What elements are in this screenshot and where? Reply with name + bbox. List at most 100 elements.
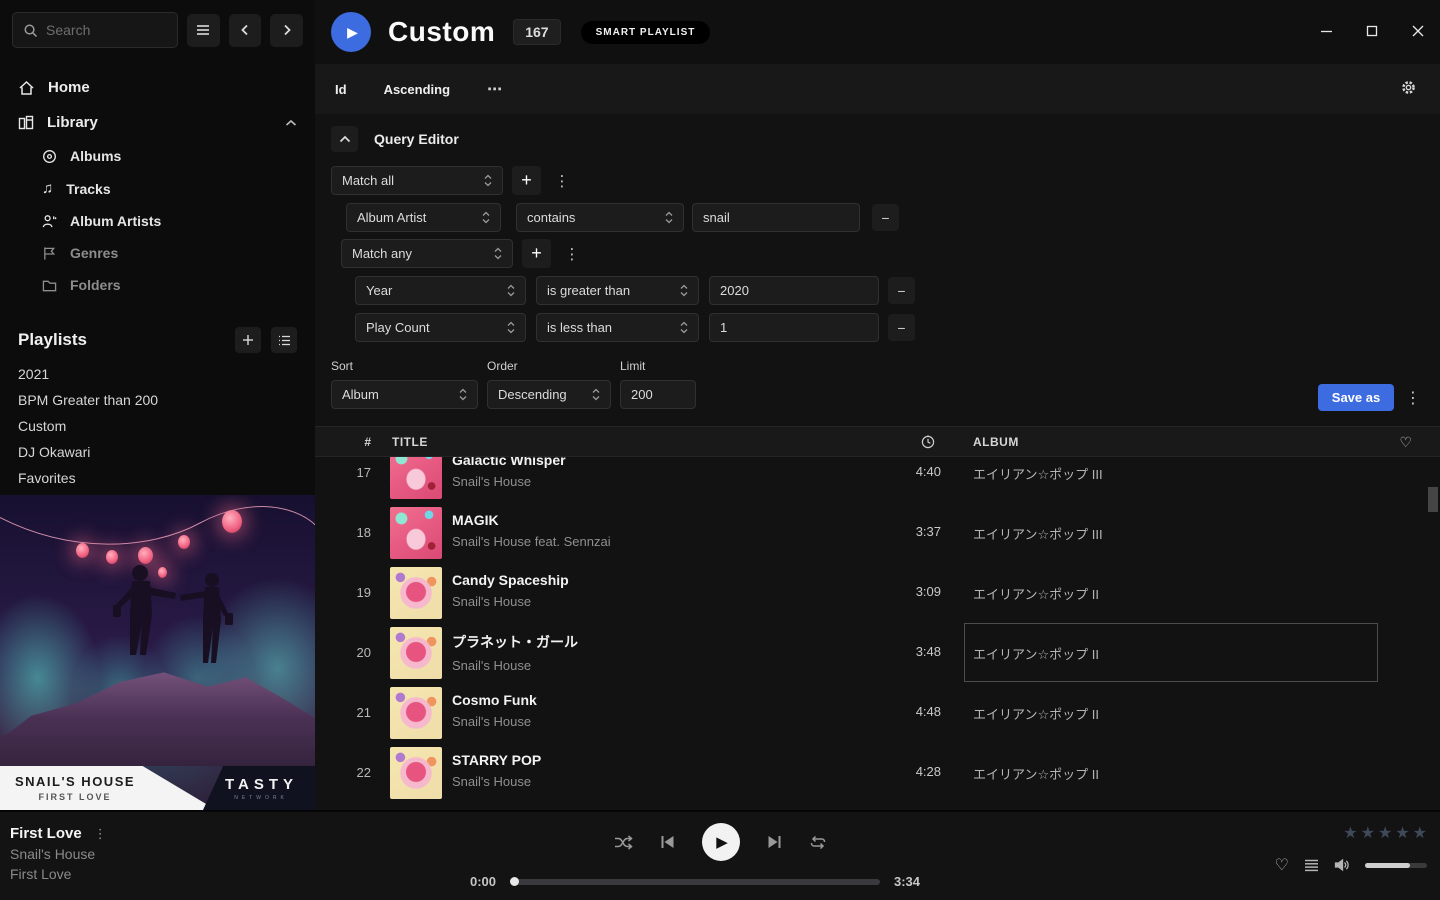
star-icon[interactable]: ★ <box>1343 823 1357 843</box>
previous-icon[interactable] <box>660 835 675 849</box>
volume-slider[interactable] <box>1365 863 1427 868</box>
remove-rule-button[interactable]: − <box>872 204 899 231</box>
minimize-button[interactable] <box>1318 23 1334 39</box>
track-title[interactable]: Galactic Whisper <box>452 457 566 468</box>
heart-icon[interactable]: ♡ <box>1399 434 1412 451</box>
favorite-heart-icon[interactable]: ♡ <box>1275 855 1289 875</box>
table-row[interactable]: 20 プラネット・ガール Snail's House 3:48 エイリアン☆ポッ… <box>315 623 1440 683</box>
track-title[interactable]: Cosmo Funk <box>452 692 537 708</box>
repeat-icon[interactable] <box>809 835 827 850</box>
rating-stars[interactable]: ★★★★★ <box>1257 823 1427 843</box>
remove-rule-button[interactable]: − <box>888 277 915 304</box>
maximize-button[interactable] <box>1364 23 1380 39</box>
track-artist[interactable]: Snail's House <box>452 658 578 673</box>
table-row[interactable]: 21 Cosmo Funk Snail's House 4:48 エイリアン☆ポ… <box>315 683 1440 743</box>
track-artist[interactable]: Snail's House <box>452 714 537 729</box>
limit-input[interactable] <box>620 380 696 409</box>
track-title[interactable]: MAGIK <box>452 512 611 528</box>
track-album[interactable]: エイリアン☆ポップ II <box>973 764 1373 783</box>
play-pause-button[interactable]: ▶ <box>702 823 740 861</box>
sidebar-item-album-artists[interactable]: Album Artists <box>0 205 315 237</box>
sort-select[interactable]: Album <box>331 380 478 409</box>
add-playlist-button[interactable] <box>235 327 261 353</box>
table-row[interactable]: 19 Candy Spaceship Snail's House 3:09 エイ… <box>315 563 1440 623</box>
sidebar-item-genres[interactable]: Genres <box>0 237 315 269</box>
next-icon[interactable] <box>767 835 782 849</box>
rule-operator-select[interactable]: is less than <box>536 313 699 342</box>
rule-operator-select[interactable]: contains <box>516 203 684 232</box>
track-album[interactable]: エイリアン☆ポップ II <box>973 644 1373 663</box>
play-playlist-button[interactable]: ▶ <box>331 12 371 52</box>
rule-field-select[interactable]: Play Count <box>355 313 526 342</box>
now-playing-artist[interactable]: Snail's House <box>10 846 107 862</box>
rule-operator-select[interactable]: is greater than <box>536 276 699 305</box>
playlist-list-button[interactable] <box>271 327 297 353</box>
track-album[interactable]: エイリアン☆ポップ III <box>973 524 1373 543</box>
group-options-icon[interactable]: ⋮ <box>553 168 571 194</box>
add-rule-button[interactable]: + <box>512 166 541 195</box>
save-as-button[interactable]: Save as <box>1318 384 1394 411</box>
playlist-item[interactable]: Custom <box>0 413 315 439</box>
add-rule-button[interactable]: + <box>522 239 551 268</box>
track-artist[interactable]: Snail's House feat. Sennzai <box>452 534 611 549</box>
menu-button[interactable] <box>187 14 220 47</box>
scrollbar-thumb[interactable] <box>1428 487 1438 512</box>
order-select[interactable]: Descending <box>487 380 611 409</box>
sidebar-item-albums[interactable]: Albums <box>0 140 315 172</box>
star-icon[interactable]: ★ <box>1378 823 1392 843</box>
playlist-item[interactable]: BPM Greater than 200 <box>0 387 315 413</box>
track-title[interactable]: STARRY POP <box>452 752 541 768</box>
sidebar-item-folders[interactable]: Folders <box>0 269 315 301</box>
playlist-item[interactable]: 2021 <box>0 361 315 387</box>
sort-direction-button[interactable]: Ascending <box>384 82 450 97</box>
shuffle-icon[interactable] <box>614 835 633 850</box>
table-row[interactable]: 22 STARRY POP Snail's House 4:28 エイリアン☆ポ… <box>315 743 1440 803</box>
sidebar-item-library[interactable]: Library <box>0 105 315 140</box>
search-box[interactable] <box>12 12 178 48</box>
group-match-select[interactable]: Match any <box>341 239 513 268</box>
nav-back-button[interactable] <box>229 14 262 47</box>
track-title[interactable]: プラネット・ガール <box>452 632 578 652</box>
root-match-select[interactable]: Match all <box>331 166 503 195</box>
nav-forward-button[interactable] <box>270 14 303 47</box>
star-icon[interactable]: ★ <box>1413 823 1427 843</box>
more-options-icon[interactable]: ⋯ <box>487 80 503 98</box>
now-playing-title[interactable]: First Love <box>10 825 82 842</box>
sort-field-button[interactable]: Id <box>335 82 347 97</box>
track-title[interactable]: Candy Spaceship <box>452 572 569 588</box>
now-playing-options-icon[interactable]: ⋮ <box>94 826 107 842</box>
seek-knob[interactable] <box>510 877 519 886</box>
search-input[interactable] <box>46 22 156 38</box>
column-header-title[interactable]: TITLE <box>392 435 428 449</box>
rule-value-input[interactable] <box>709 313 879 342</box>
close-button[interactable] <box>1410 23 1426 39</box>
sidebar-item-tracks[interactable]: ♫ Tracks <box>0 172 315 205</box>
track-artist[interactable]: Snail's House <box>452 474 566 489</box>
track-artist[interactable]: Snail's House <box>452 774 541 789</box>
chevron-up-icon[interactable] <box>285 119 297 127</box>
volume-icon[interactable] <box>1334 858 1350 872</box>
now-playing-cover-art[interactable]: SNAIL'S HOUSE FIRST LOVE TASTY NETWORK <box>0 495 315 810</box>
collapse-query-button[interactable] <box>331 126 358 152</box>
rule-field-select[interactable]: Album Artist <box>346 203 501 232</box>
star-icon[interactable]: ★ <box>1361 823 1375 843</box>
remove-rule-button[interactable]: − <box>888 314 915 341</box>
clock-icon[interactable] <box>921 435 935 449</box>
seek-bar[interactable] <box>510 879 880 885</box>
column-header-album[interactable]: ALBUM <box>973 435 1019 449</box>
track-album[interactable]: エイリアン☆ポップ III <box>973 464 1373 483</box>
group-options-icon[interactable]: ⋮ <box>563 241 581 267</box>
star-icon[interactable]: ★ <box>1395 823 1409 843</box>
save-options-icon[interactable]: ⋮ <box>1404 384 1422 411</box>
table-row[interactable]: 17 Galactic Whisper Snail's House 4:40 エ… <box>315 457 1440 503</box>
now-playing-album[interactable]: First Love <box>10 866 107 882</box>
table-row[interactable]: 18 MAGIK Snail's House feat. Sennzai 3:3… <box>315 503 1440 563</box>
rule-field-select[interactable]: Year <box>355 276 526 305</box>
gear-icon[interactable] <box>1400 79 1417 96</box>
column-header-index[interactable]: # <box>315 435 371 449</box>
track-album[interactable]: エイリアン☆ポップ II <box>973 584 1373 603</box>
rule-value-input[interactable] <box>692 203 860 232</box>
track-album[interactable]: エイリアン☆ポップ II <box>973 704 1373 723</box>
queue-icon[interactable] <box>1304 859 1319 872</box>
sidebar-item-home[interactable]: Home <box>0 70 315 105</box>
